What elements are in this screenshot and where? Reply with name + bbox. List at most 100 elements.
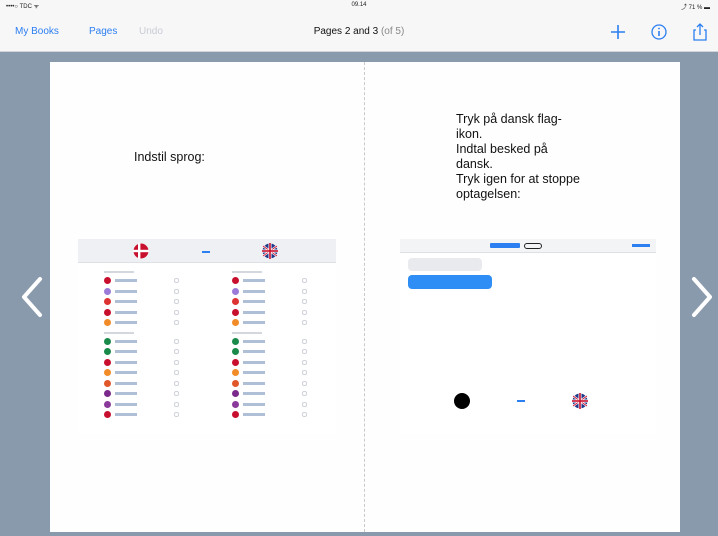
language-label	[115, 381, 137, 385]
record-toggle-icon	[524, 243, 542, 249]
language-label	[115, 310, 137, 314]
checkbox-icon	[302, 370, 307, 375]
checkbox-icon	[302, 391, 307, 396]
language-row	[232, 298, 312, 306]
language-row	[232, 358, 312, 367]
battery-indicator: ⤴ 71 % ▬	[680, 5, 710, 11]
flag-icon	[104, 369, 111, 376]
language-label	[115, 300, 137, 303]
checkbox-icon	[174, 309, 179, 315]
language-row	[232, 369, 312, 377]
checkbox-icon	[302, 338, 307, 344]
language-row	[104, 400, 184, 409]
flag-icon	[232, 277, 239, 284]
chat-action-link	[632, 244, 650, 247]
language-row	[232, 411, 312, 419]
flag-icon	[232, 390, 239, 397]
language-row	[104, 379, 184, 388]
flag-icon	[104, 319, 111, 326]
flag-icon	[232, 287, 239, 295]
checkbox-icon	[174, 349, 179, 354]
language-row	[232, 390, 312, 398]
flag-icon	[104, 390, 111, 397]
checkbox-icon	[174, 380, 179, 386]
checkbox-icon	[302, 401, 307, 407]
checkbox-icon	[174, 278, 179, 283]
uk-flag-icon	[262, 243, 278, 259]
checkbox-icon	[174, 391, 179, 396]
language-label	[243, 310, 265, 314]
flag-icon	[232, 411, 239, 418]
language-settings-screenshot	[78, 239, 336, 434]
checkbox-icon	[174, 299, 179, 304]
checkbox-icon	[302, 309, 307, 315]
checkbox-icon	[174, 370, 179, 375]
flag-icon	[232, 358, 239, 366]
language-label	[115, 339, 137, 343]
section-header	[232, 271, 262, 273]
flag-icon	[232, 379, 239, 387]
plus-icon[interactable]	[608, 22, 628, 42]
language-row	[104, 369, 184, 377]
book-spread: Indstil sprog: Tryk på dansk flag- ikon.…	[50, 62, 680, 532]
received-message	[408, 258, 482, 271]
info-icon[interactable]	[649, 22, 669, 42]
language-row	[104, 298, 184, 306]
flag-icon	[232, 308, 239, 316]
flag-icon	[104, 411, 111, 418]
language-row	[232, 400, 312, 409]
language-label	[115, 360, 137, 364]
language-label	[243, 371, 265, 374]
language-label	[243, 289, 265, 293]
checkbox-icon	[302, 412, 307, 417]
flag-icon	[104, 358, 111, 366]
language-label	[115, 279, 137, 282]
language-row	[104, 287, 184, 296]
language-label	[243, 392, 265, 395]
language-label	[243, 381, 265, 385]
checkbox-icon	[174, 288, 179, 294]
language-label	[243, 300, 265, 303]
language-label	[243, 402, 265, 406]
share-icon[interactable]	[690, 22, 710, 42]
chevron-left-icon[interactable]	[18, 275, 46, 319]
danish-flag-icon	[133, 243, 149, 259]
section-header	[104, 331, 134, 334]
right-page-text: Tryk på dansk flag- ikon. Indtal besked …	[456, 112, 580, 201]
section-header	[104, 271, 134, 273]
language-label	[115, 392, 137, 395]
page-title-main: Pages 2 and 3	[313, 26, 379, 37]
flag-icon	[232, 369, 239, 376]
language-row	[232, 319, 312, 327]
flag-icon	[104, 400, 111, 408]
language-row	[232, 277, 312, 285]
record-dot-icon	[454, 393, 470, 409]
chat-screenshot	[400, 239, 656, 434]
flag-icon	[104, 298, 111, 305]
flag-icon	[104, 308, 111, 316]
language-row	[104, 358, 184, 367]
language-row	[104, 319, 184, 327]
language-label	[115, 402, 137, 406]
flag-icon	[104, 348, 111, 355]
language-label	[115, 413, 137, 416]
language-row	[104, 277, 184, 285]
flag-icon	[232, 319, 239, 326]
checkbox-icon	[302, 380, 307, 386]
status-bar: ••••○ TDC ᯤ 09.14 ⤴ 71 % ▬	[0, 0, 718, 12]
sent-message	[408, 275, 492, 289]
flag-icon	[232, 400, 239, 408]
checkbox-icon	[174, 359, 179, 365]
flag-icon	[232, 348, 239, 355]
language-row	[232, 308, 312, 317]
language-row	[232, 337, 312, 346]
language-label	[243, 279, 265, 282]
page-divider	[364, 62, 365, 532]
chevron-right-icon[interactable]	[688, 275, 716, 319]
language-row	[104, 308, 184, 317]
chat-app-logo	[490, 243, 520, 248]
flag-icon	[232, 337, 239, 345]
flag-icon	[104, 287, 111, 295]
checkbox-icon	[302, 299, 307, 304]
language-row	[104, 348, 184, 356]
